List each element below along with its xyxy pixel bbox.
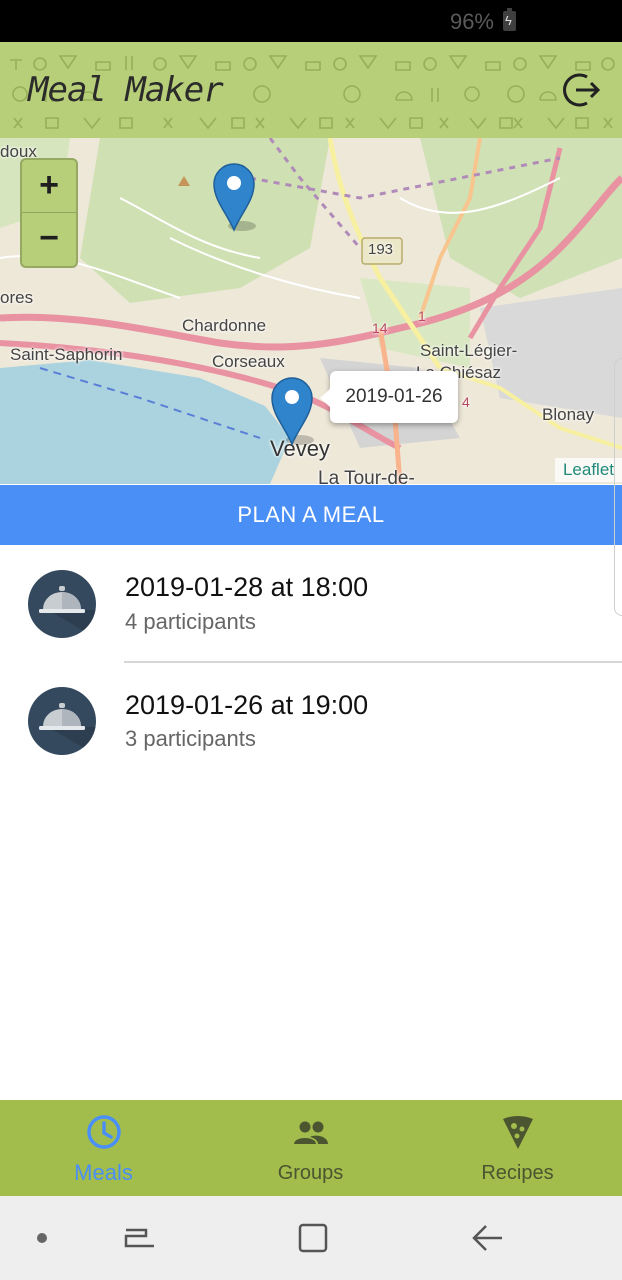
system-navigation-bar	[0, 1196, 622, 1280]
plan-meal-button[interactable]: PLAN A MEAL	[0, 485, 622, 545]
tab-recipes[interactable]: Recipes	[414, 1100, 621, 1196]
tab-groups[interactable]: Groups	[207, 1100, 414, 1196]
map-marker-icon[interactable]	[212, 162, 256, 232]
tab-meals-label: Meals	[74, 1160, 133, 1185]
tab-meals[interactable]: Meals	[0, 1100, 207, 1196]
recent-apps-icon[interactable]	[120, 1218, 160, 1258]
bottom-navigation: Meals Groups Recipes	[0, 1100, 622, 1196]
battery-percentage: 96%	[449, 9, 494, 34]
meal-participants: 3 participants	[125, 726, 256, 751]
scroll-edge-indicator	[614, 358, 622, 616]
map-road-number: 4	[462, 394, 470, 410]
map-road-number: 193	[368, 241, 394, 258]
map-view[interactable]: doux ores Chardonne Saint-Saphorin Corse…	[0, 138, 622, 484]
pizza-icon	[502, 1116, 533, 1149]
cloche-icon	[28, 570, 96, 638]
map-label: Corseaux	[212, 352, 285, 371]
map-label: Blonay	[542, 405, 594, 424]
people-icon	[293, 1121, 328, 1144]
map-label: Saint-Saphorin	[10, 345, 123, 364]
app-title: Meal Maker	[28, 70, 224, 110]
map-popup: 2019-01-26	[320, 371, 458, 423]
tab-groups-label: Groups	[277, 1162, 344, 1184]
map-attribution-link[interactable]: Leaflet	[554, 458, 622, 482]
cloche-icon	[28, 687, 96, 755]
map-label: ores	[0, 288, 34, 307]
meal-list-item[interactable]: 2019-01-26 at 19:00 3 participants	[0, 663, 622, 781]
map-label: Saint-Légier-	[420, 341, 518, 360]
map-label: Chardonne	[182, 316, 267, 335]
map-road-number: 1	[418, 308, 426, 324]
meal-datetime: 2019-01-26 at 19:00	[125, 690, 369, 720]
battery-charging-icon: ϟ	[503, 8, 516, 31]
clock-icon	[86, 1115, 121, 1149]
back-icon[interactable]	[468, 1218, 508, 1258]
logout-icon[interactable]	[562, 70, 602, 110]
zoom-out-button[interactable]: −	[22, 213, 76, 265]
map-marker-icon[interactable]	[270, 376, 314, 446]
map-road-number: 14	[372, 320, 388, 336]
home-icon[interactable]	[292, 1218, 332, 1258]
dot-indicator-icon	[37, 1233, 47, 1243]
meal-list-item[interactable]: 2019-01-28 at 18:00 4 participants	[0, 545, 622, 663]
meal-participants: 4 participants	[125, 609, 256, 634]
map-popup-date: 2019-01-26	[345, 386, 443, 407]
map-label: La Tour-de-	[318, 468, 415, 484]
status-bar: 96% ϟ	[0, 0, 622, 42]
app-header: Meal Maker	[0, 42, 622, 138]
tab-recipes-label: Recipes	[481, 1162, 554, 1184]
meal-datetime: 2019-01-28 at 18:00	[125, 572, 369, 602]
zoom-control: + −	[20, 158, 78, 268]
zoom-in-button[interactable]: +	[22, 160, 76, 213]
